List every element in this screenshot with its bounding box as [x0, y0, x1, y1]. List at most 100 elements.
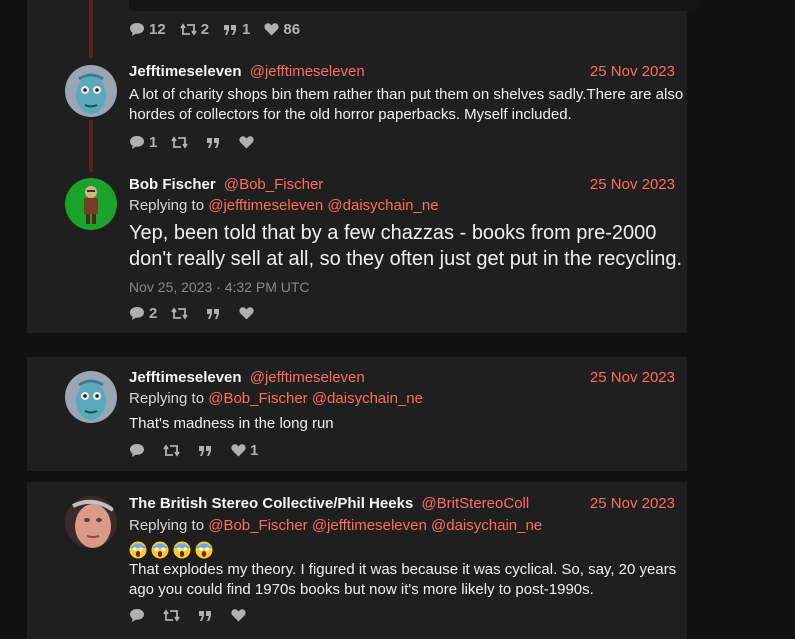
quote-icon — [207, 308, 220, 319]
avatar[interactable] — [65, 178, 117, 230]
retweet-icon — [163, 609, 180, 622]
comment-icon — [130, 444, 144, 457]
thread-line — [89, 0, 93, 58]
like-stat[interactable]: 86 — [264, 21, 300, 38]
replying-label: Replying to — [129, 517, 205, 534]
retweet-stat[interactable] — [171, 136, 192, 149]
reply-mention[interactable]: @Bob_Fischer — [208, 390, 307, 407]
screaming-face-emoji — [195, 541, 213, 559]
replying-label: Replying to — [129, 197, 205, 214]
retweet-icon — [171, 136, 189, 149]
reply-mention[interactable]: @daisychain_ne — [312, 390, 423, 407]
like-stat[interactable] — [239, 307, 258, 320]
retweet-count: 2 — [200, 21, 210, 38]
avatar-image — [65, 178, 117, 230]
tweet-content: That explodes my theory. I figured it wa… — [129, 561, 677, 598]
screaming-face-emoji — [129, 541, 147, 559]
username[interactable]: @jefftimeseleven — [250, 369, 365, 386]
screaming-face-emoji — [151, 541, 169, 559]
reply-mention[interactable]: @Bob_Fischer — [208, 517, 307, 534]
replying-to: Replying to @jefftimeseleven @daisychain… — [129, 197, 439, 214]
tweet-header: Bob Fischer @Bob_Fischer 25 Nov 2023 — [129, 176, 675, 194]
username[interactable]: @Bob_Fischer — [224, 176, 323, 193]
tweet-stats: 1 — [129, 134, 272, 151]
reply-mention[interactable]: @jefftimeseleven — [312, 517, 427, 534]
comment-count: 2 — [149, 305, 158, 322]
comment-count: 12 — [149, 21, 166, 38]
fullname[interactable]: Jefftimeseleven — [129, 369, 242, 386]
heart-icon — [231, 609, 246, 622]
retweet-stat[interactable]: 2 — [179, 21, 210, 38]
comment-stat[interactable]: 1 — [129, 134, 157, 151]
quote-icon — [199, 445, 211, 456]
retweet-icon — [179, 23, 197, 36]
retweet-icon — [163, 444, 180, 457]
tweet-header: Jefftimeseleven @jefftimeseleven 25 Nov … — [129, 369, 675, 387]
like-stat[interactable]: 1 — [231, 442, 258, 459]
retweet-icon — [171, 307, 189, 320]
tweet-stats: 12 2 1 86 — [129, 21, 314, 38]
comment-icon — [130, 23, 144, 36]
quote-stat[interactable] — [198, 610, 217, 622]
tweet-content: That's madness in the long run — [129, 415, 334, 432]
heart-icon — [239, 136, 254, 149]
like-stat[interactable] — [239, 136, 258, 149]
tweet-date[interactable]: 25 Nov 2023 — [590, 176, 675, 194]
comment-stat[interactable]: 2 — [129, 305, 157, 322]
avatar-image — [65, 65, 117, 117]
comment-icon — [130, 307, 144, 320]
reply-mention[interactable]: @daisychain_ne — [431, 517, 542, 534]
like-count: 1 — [250, 442, 259, 459]
comment-stat[interactable] — [129, 608, 149, 623]
reply-mention[interactable]: @jefftimeseleven — [208, 197, 323, 214]
tweet-content: Yep, been told that by a few chazzas - b… — [129, 222, 683, 270]
retweet-stat[interactable] — [163, 609, 184, 622]
heart-icon — [231, 444, 246, 457]
media-preview[interactable] — [129, 0, 701, 11]
like-stat[interactable] — [231, 609, 250, 622]
comment-count: 1 — [149, 134, 158, 151]
quote-stat[interactable]: 1 — [223, 21, 250, 38]
fullname[interactable]: Bob Fischer — [129, 176, 216, 193]
tweet-date[interactable]: 25 Nov 2023 — [590, 369, 675, 387]
username[interactable]: @BritStereoColl — [421, 495, 529, 512]
reply-card: The British Stereo Collective/Phil Heeks… — [27, 482, 687, 639]
avatar[interactable] — [65, 496, 117, 548]
tweet-header: Jefftimeseleven @jefftimeseleven 25 Nov … — [129, 63, 675, 81]
comment-stat[interactable] — [129, 443, 149, 458]
quote-icon — [224, 24, 237, 35]
comment-icon — [130, 609, 144, 622]
retweet-stat[interactable] — [163, 444, 184, 457]
replying-to: Replying to @Bob_Fischer @daisychain_ne — [129, 390, 423, 407]
retweet-stat[interactable] — [171, 307, 192, 320]
replying-to: Replying to @Bob_Fischer @jefftimeseleve… — [129, 517, 542, 534]
quote-icon — [207, 137, 220, 148]
thread-card: 12 2 1 86 Jefftimeseleven @jefftimeselev… — [27, 0, 701, 333]
replying-label: Replying to — [129, 390, 205, 407]
reply-card: Jefftimeseleven @jefftimeseleven 25 Nov … — [27, 357, 687, 471]
tweet-stats: 1 — [129, 442, 272, 459]
reply-mention[interactable]: @daisychain_ne — [327, 197, 438, 214]
fullname[interactable]: Jefftimeseleven — [129, 63, 242, 80]
quote-stat[interactable] — [198, 445, 217, 457]
tweet-date[interactable]: 25 Nov 2023 — [590, 495, 675, 513]
screaming-face-emoji — [173, 541, 191, 559]
emoji-row — [129, 541, 217, 559]
quote-stat[interactable] — [206, 308, 225, 320]
quote-icon — [199, 610, 211, 621]
tweet-published[interactable]: Nov 25, 2023 · 4:32 PM UTC — [129, 279, 310, 295]
avatar[interactable] — [65, 371, 117, 423]
quote-stat[interactable] — [206, 137, 225, 149]
comment-stat[interactable]: 12 — [129, 21, 166, 38]
fullname[interactable]: The British Stereo Collective/Phil Heeks — [129, 495, 413, 512]
tweet-date[interactable]: 25 Nov 2023 — [590, 63, 675, 81]
avatar[interactable] — [65, 65, 117, 117]
avatar-image — [65, 371, 117, 423]
heart-icon — [264, 23, 279, 36]
thread-line — [89, 120, 93, 172]
tweet-header: The British Stereo Collective/Phil Heeks… — [129, 495, 675, 513]
tweet-stats: 2 — [129, 305, 272, 322]
username[interactable]: @jefftimeseleven — [250, 63, 365, 80]
comment-icon — [130, 136, 144, 149]
heart-icon — [239, 307, 254, 320]
